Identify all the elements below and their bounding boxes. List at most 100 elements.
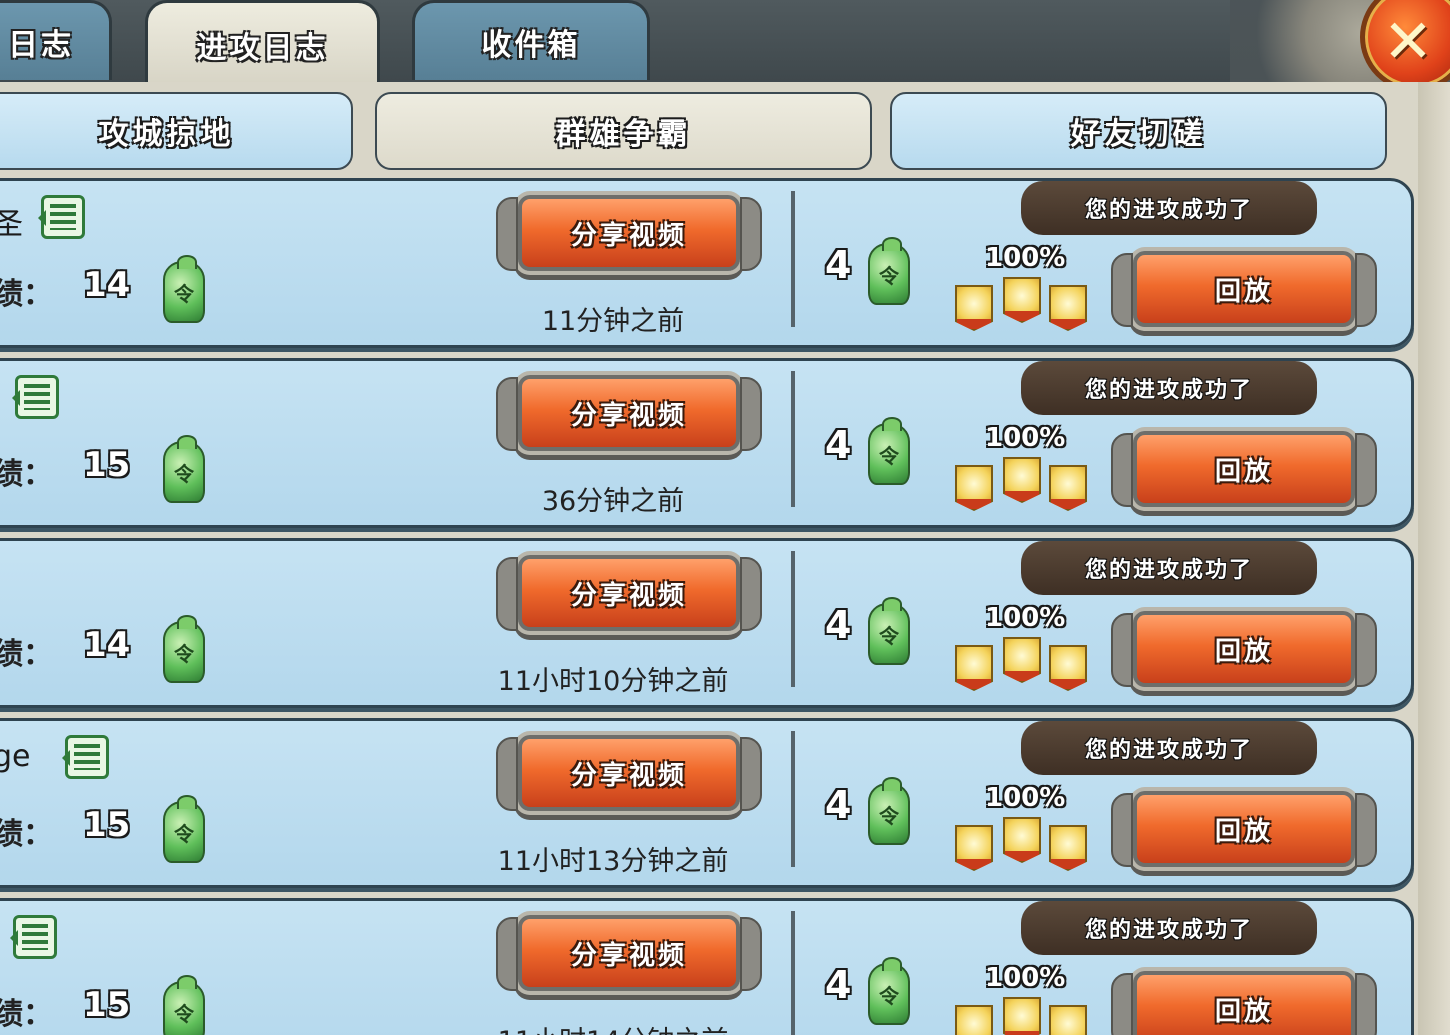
share-video-button[interactable]: 分享视频 <box>496 735 762 811</box>
success-badge: 您的进攻成功了 <box>1021 361 1317 415</box>
trophy-count: 4 <box>825 603 852 647</box>
replay-button[interactable]: 回放 <box>1111 431 1377 507</box>
score-label: 绩： <box>0 817 53 852</box>
replay-label: 回放 <box>1214 456 1273 487</box>
share-video-label: 分享视频 <box>570 220 687 251</box>
score-value: 15 <box>83 445 131 485</box>
category-attack-city[interactable]: 攻城掠地 <box>0 92 353 170</box>
category-label: 好友切磋 <box>1070 117 1207 152</box>
star-banner-icon <box>1049 465 1087 511</box>
divider <box>791 551 795 687</box>
destruction-percent: 100% <box>985 243 1066 273</box>
star-banner-icon <box>955 645 993 691</box>
score-label: 绩： <box>0 457 53 492</box>
scroll-frame <box>1418 82 1450 1035</box>
star-banner-icon <box>955 465 993 511</box>
player-name: 圣 <box>0 207 23 242</box>
category-bar: 攻城掠地 群雄争霸 好友切磋 <box>0 82 1450 182</box>
star-banner-icon <box>955 1005 993 1035</box>
destruction-percent: 100% <box>985 603 1066 633</box>
replay-button[interactable]: 回放 <box>1111 251 1377 327</box>
star-banner-icon <box>1003 277 1041 323</box>
success-text: 您的进攻成功了 <box>1084 377 1253 403</box>
tab-inbox[interactable]: 收件箱 <box>412 0 650 80</box>
category-label: 攻城掠地 <box>98 117 235 152</box>
destruction-percent: 100% <box>985 783 1066 813</box>
success-badge: 您的进攻成功了 <box>1021 541 1317 595</box>
close-icon: ✕ <box>1382 7 1434 77</box>
message-icon[interactable] <box>62 735 109 779</box>
share-video-label: 分享视频 <box>570 400 687 431</box>
tab-bar: 日志 进攻日志 收件箱 <box>0 0 1450 86</box>
message-icon[interactable] <box>38 195 85 239</box>
star-banner-icon <box>1003 997 1041 1035</box>
replay-label: 回放 <box>1214 276 1273 307</box>
table-row: 圣 绩： 14 令 分享视频 11分钟之前 4 令 您的进攻成功了 100% 回… <box>0 178 1414 348</box>
share-video-button[interactable]: 分享视频 <box>496 375 762 451</box>
share-video-button[interactable]: 分享视频 <box>496 195 762 271</box>
time-ago: 11小时14分钟之前 <box>463 1019 763 1035</box>
time-ago: 11小时13分钟之前 <box>497 846 729 877</box>
score-value: 14 <box>83 265 131 305</box>
category-heroes[interactable]: 群雄争霸 <box>375 92 872 170</box>
star-banner-icon <box>1049 285 1087 331</box>
attack-log-list: 圣 绩： 14 令 分享视频 11分钟之前 4 令 您的进攻成功了 100% 回… <box>0 178 1418 1035</box>
player-name: ge <box>0 739 31 774</box>
score-label: 绩： <box>0 277 53 312</box>
replay-button[interactable]: 回放 <box>1111 611 1377 687</box>
share-video-label: 分享视频 <box>570 580 687 611</box>
share-video-button[interactable]: 分享视频 <box>496 915 762 991</box>
message-icon[interactable] <box>12 375 59 419</box>
success-text: 您的进攻成功了 <box>1084 197 1253 223</box>
score-value: 15 <box>83 805 131 845</box>
replay-button[interactable]: 回放 <box>1111 791 1377 867</box>
share-video-label: 分享视频 <box>570 940 687 971</box>
star-banner-icon <box>955 825 993 871</box>
replay-label: 回放 <box>1214 636 1273 667</box>
token-icon: 令 <box>868 237 910 305</box>
success-badge: 您的进攻成功了 <box>1021 901 1317 955</box>
replay-label: 回放 <box>1214 816 1273 847</box>
time-ago: 36分钟之前 <box>541 486 685 517</box>
tab-label: 进攻日志 <box>196 30 329 66</box>
score-value: 15 <box>83 985 131 1025</box>
token-icon: 令 <box>868 777 910 845</box>
table-row: 绩： 14 令 分享视频 11小时10分钟之前 4 令 您的进攻成功了 100%… <box>0 538 1414 708</box>
score-label: 绩： <box>0 637 53 672</box>
trophy-count: 4 <box>825 243 852 287</box>
token-icon: 令 <box>868 597 910 665</box>
star-banner-icon <box>1049 1005 1087 1035</box>
token-icon: 令 <box>163 975 205 1035</box>
star-banner-icon <box>1049 645 1087 691</box>
destruction-percent: 100% <box>985 423 1066 453</box>
tab-log[interactable]: 日志 <box>0 0 112 80</box>
success-text: 您的进攻成功了 <box>1084 917 1253 943</box>
divider <box>791 371 795 507</box>
star-banner-icon <box>1003 637 1041 683</box>
token-icon: 令 <box>163 795 205 863</box>
token-icon: 令 <box>163 435 205 503</box>
token-icon: 令 <box>868 417 910 485</box>
star-banner-icon <box>1003 817 1041 863</box>
token-icon: 令 <box>868 957 910 1025</box>
success-badge: 您的进攻成功了 <box>1021 721 1317 775</box>
success-badge: 您的进攻成功了 <box>1021 181 1317 235</box>
share-video-button[interactable]: 分享视频 <box>496 555 762 631</box>
tab-attack-log[interactable]: 进攻日志 <box>145 0 380 86</box>
star-banner-icon <box>955 285 993 331</box>
replay-button[interactable]: 回放 <box>1111 971 1377 1035</box>
divider <box>791 731 795 867</box>
success-text: 您的进攻成功了 <box>1084 557 1253 583</box>
tab-label: 日志 <box>8 27 74 63</box>
success-text: 您的进攻成功了 <box>1084 737 1253 763</box>
replay-label: 回放 <box>1214 996 1273 1027</box>
star-banner-icon <box>1049 825 1087 871</box>
score-label: 绩： <box>0 997 53 1032</box>
tab-label: 收件箱 <box>481 27 581 63</box>
category-friends[interactable]: 好友切磋 <box>890 92 1387 170</box>
trophy-count: 4 <box>825 423 852 467</box>
table-row: ge 绩： 15 令 分享视频 11小时13分钟之前 4 令 您的进攻成功了 1… <box>0 718 1414 888</box>
message-icon[interactable] <box>10 915 57 959</box>
divider <box>791 191 795 327</box>
score-value: 14 <box>83 625 131 665</box>
